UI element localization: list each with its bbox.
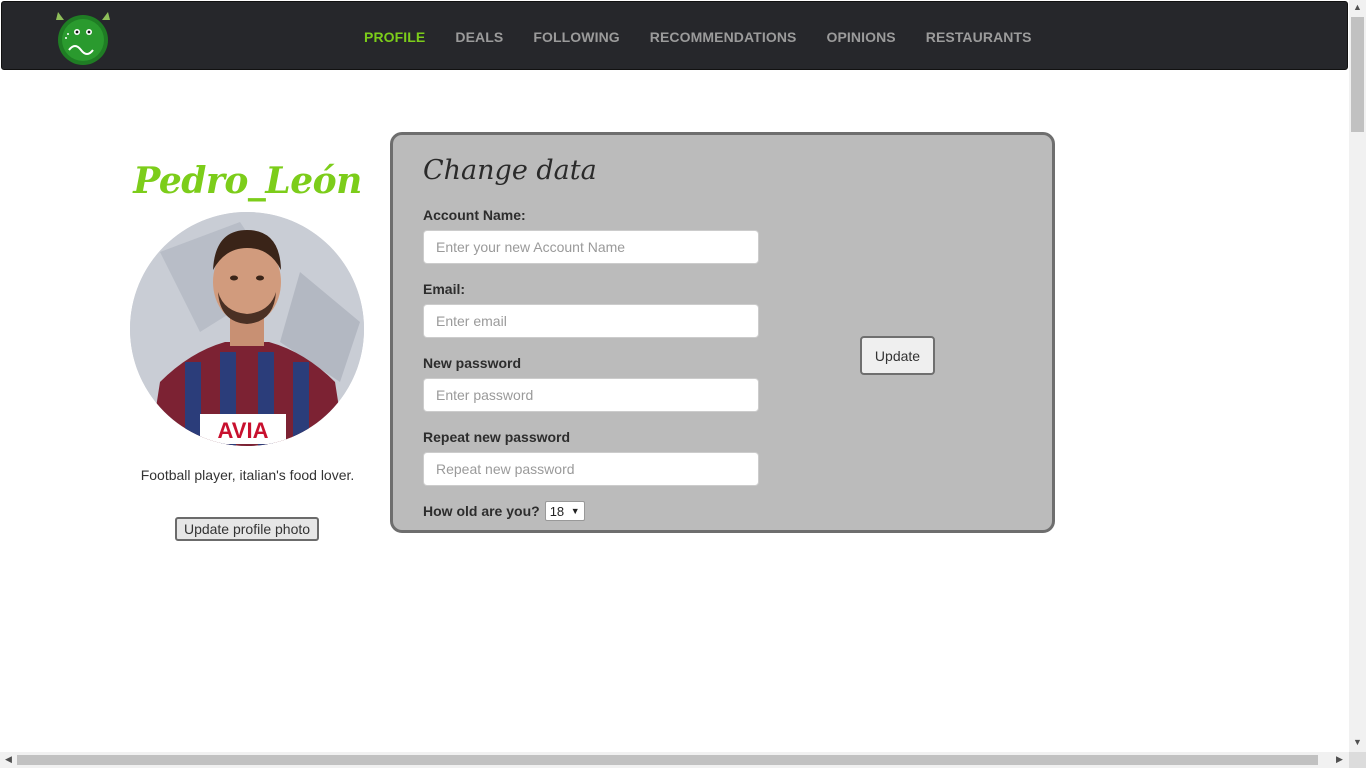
age-row: How old are you? 18 ▼: [423, 501, 585, 521]
scrollbar-corner: [1349, 752, 1366, 768]
top-navbar: PROFILE DEALS FOLLOWING RECOMMENDATIONS …: [1, 1, 1348, 70]
main-nav: PROFILE DEALS FOLLOWING RECOMMENDATIONS …: [364, 2, 1062, 71]
profile-username: Pedro_León: [133, 160, 362, 202]
update-button[interactable]: Update: [860, 336, 935, 375]
account-name-input[interactable]: [423, 230, 759, 264]
nav-deals[interactable]: DEALS: [455, 29, 503, 45]
profile-avatar: AVIA: [130, 212, 364, 446]
scroll-up-icon[interactable]: ▲: [1353, 3, 1362, 12]
email-input[interactable]: [423, 304, 759, 338]
account-name-label: Account Name:: [423, 207, 526, 223]
nav-opinions[interactable]: OPINIONS: [826, 29, 895, 45]
profile-bio: Football player, italian's food lover.: [140, 467, 355, 483]
update-profile-photo-button[interactable]: Update profile photo: [175, 517, 319, 541]
nav-recommendations[interactable]: RECOMMENDATIONS: [650, 29, 797, 45]
age-select[interactable]: 18 ▼: [544, 501, 585, 521]
nav-following[interactable]: FOLLOWING: [533, 29, 619, 45]
repeat-password-label: Repeat new password: [423, 429, 571, 445]
scroll-right-icon[interactable]: ▶: [1336, 755, 1343, 764]
vertical-scrollbar[interactable]: ▲ ▼: [1349, 0, 1366, 752]
horizontal-scrollbar[interactable]: ◀ ▶: [0, 752, 1349, 768]
panel-title: Change data: [423, 155, 597, 186]
repeat-password-input[interactable]: [423, 452, 759, 486]
email-label: Email:: [423, 281, 466, 297]
scroll-down-icon[interactable]: ▼: [1353, 738, 1362, 747]
age-label: How old are you?: [423, 503, 540, 519]
chevron-down-icon: ▼: [570, 506, 580, 516]
nav-restaurants[interactable]: RESTAURANTS: [926, 29, 1032, 45]
nav-profile[interactable]: PROFILE: [364, 29, 425, 45]
shirt-sponsor-text: AVIA: [218, 418, 269, 443]
scroll-left-icon[interactable]: ◀: [5, 755, 12, 764]
horizontal-scroll-thumb[interactable]: [17, 755, 1318, 765]
change-data-panel: Change data Account Name: Email: New pas…: [390, 132, 1055, 533]
new-password-input[interactable]: [423, 378, 759, 412]
age-select-value: 18: [549, 503, 565, 519]
new-password-label: New password: [423, 355, 522, 371]
site-logo[interactable]: [52, 8, 114, 66]
vertical-scroll-thumb[interactable]: [1351, 17, 1364, 132]
